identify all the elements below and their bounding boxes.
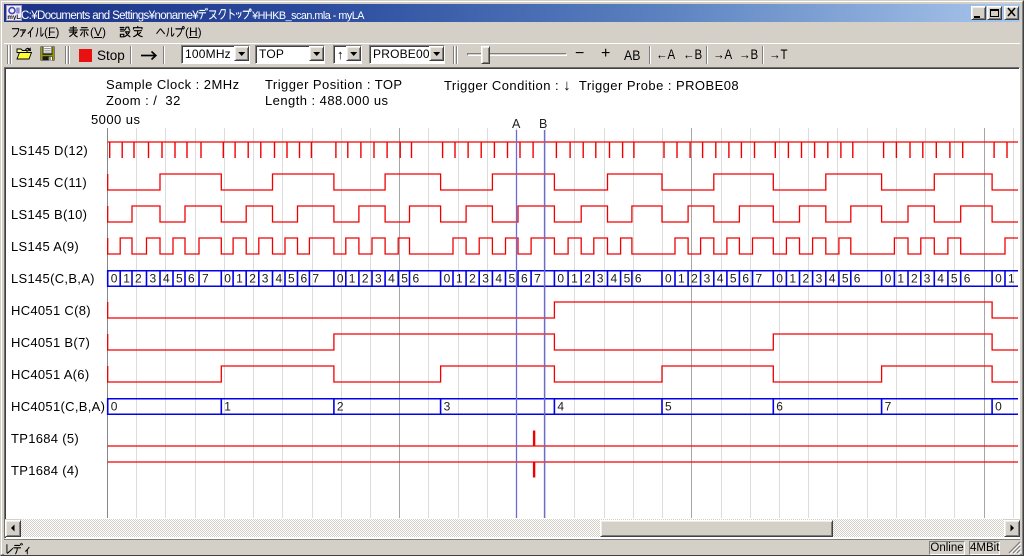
svg-text:4: 4: [829, 272, 836, 286]
svg-text:3: 3: [375, 272, 382, 286]
svg-text:1: 1: [456, 272, 463, 286]
svg-text:3: 3: [482, 272, 489, 286]
svg-text:1: 1: [349, 272, 356, 286]
svg-text:2: 2: [362, 272, 369, 286]
svg-text:3: 3: [597, 272, 604, 286]
svg-text:1: 1: [236, 272, 243, 286]
svg-text:1: 1: [789, 272, 796, 286]
svg-text:4: 4: [276, 272, 283, 286]
svg-text:6: 6: [776, 400, 783, 414]
svg-text:4: 4: [937, 272, 944, 286]
svg-text:6: 6: [742, 272, 749, 286]
svg-text:7: 7: [312, 272, 319, 286]
svg-text:0: 0: [995, 272, 1002, 286]
svg-text:6: 6: [964, 272, 971, 286]
svg-text:2: 2: [469, 272, 476, 286]
svg-text:3: 3: [444, 400, 451, 414]
svg-text:4: 4: [163, 272, 170, 286]
svg-text:B: B: [539, 117, 547, 131]
svg-text:0: 0: [111, 400, 118, 414]
svg-text:1: 1: [571, 272, 578, 286]
svg-text:1: 1: [678, 272, 685, 286]
svg-text:0: 0: [665, 272, 672, 286]
svg-text:0: 0: [995, 400, 1002, 414]
svg-text:1: 1: [1008, 272, 1015, 286]
svg-text:2: 2: [691, 272, 698, 286]
svg-text:0: 0: [337, 272, 344, 286]
svg-text:4: 4: [388, 272, 395, 286]
svg-text:4: 4: [557, 400, 564, 414]
svg-text:3: 3: [262, 272, 269, 286]
svg-text:5: 5: [401, 272, 408, 286]
svg-text:6: 6: [635, 272, 642, 286]
svg-text:2: 2: [135, 272, 142, 286]
svg-text:4: 4: [495, 272, 502, 286]
svg-text:0: 0: [776, 272, 783, 286]
svg-text:7: 7: [534, 272, 541, 286]
svg-text:0: 0: [557, 272, 564, 286]
svg-text:0: 0: [444, 272, 451, 286]
svg-text:3: 3: [924, 272, 931, 286]
svg-text:5: 5: [509, 272, 516, 286]
svg-text:5: 5: [176, 272, 183, 286]
svg-text:3: 3: [704, 272, 711, 286]
svg-text:7: 7: [756, 272, 763, 286]
svg-text:6: 6: [521, 272, 528, 286]
svg-text:0: 0: [885, 272, 892, 286]
svg-text:0: 0: [111, 272, 118, 286]
svg-text:7: 7: [202, 272, 209, 286]
svg-text:5: 5: [624, 272, 631, 286]
svg-text:5: 5: [665, 400, 672, 414]
svg-text:6: 6: [854, 272, 861, 286]
svg-text:5: 5: [730, 272, 737, 286]
svg-text:2: 2: [584, 272, 591, 286]
svg-text:3: 3: [816, 272, 823, 286]
svg-text:5: 5: [842, 272, 849, 286]
svg-text:2: 2: [911, 272, 918, 286]
svg-text:6: 6: [188, 272, 195, 286]
svg-text:6: 6: [413, 272, 420, 286]
svg-text:1: 1: [123, 272, 130, 286]
svg-text:1: 1: [897, 272, 904, 286]
svg-text:0: 0: [224, 272, 231, 286]
svg-text:4: 4: [717, 272, 724, 286]
svg-text:7: 7: [885, 400, 892, 414]
svg-text:2: 2: [337, 400, 344, 414]
svg-text:2: 2: [803, 272, 810, 286]
svg-text:4: 4: [611, 272, 618, 286]
svg-text:5: 5: [288, 272, 295, 286]
svg-text:1: 1: [224, 400, 231, 414]
svg-text:2: 2: [249, 272, 256, 286]
svg-text:5: 5: [951, 272, 958, 286]
svg-text:A: A: [512, 117, 521, 131]
svg-text:3: 3: [150, 272, 157, 286]
svg-text:6: 6: [301, 272, 308, 286]
